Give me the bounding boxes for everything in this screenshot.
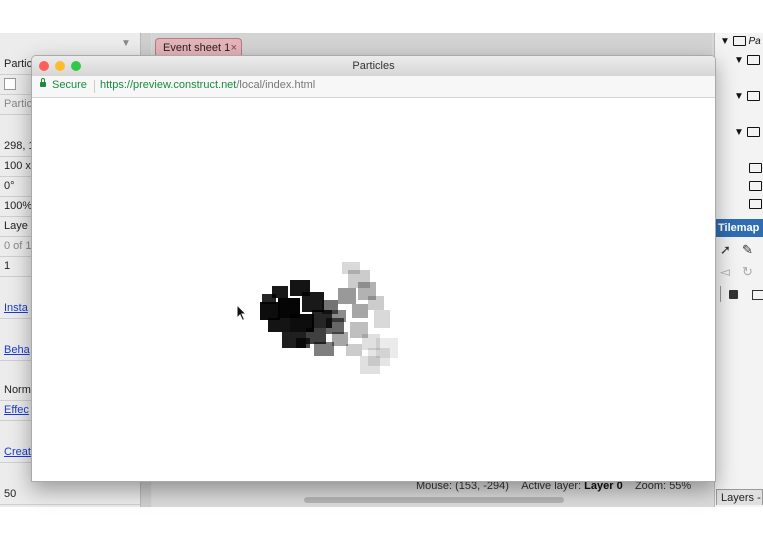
particle: [346, 344, 362, 356]
particle: [314, 342, 334, 356]
particle: [302, 292, 324, 312]
chevron-down-icon[interactable]: ▼: [121, 38, 131, 49]
pencil-tool-icon[interactable]: ✎: [742, 242, 753, 258]
particle: [352, 304, 368, 318]
tree-root[interactable]: ▼ Pa: [720, 36, 761, 47]
particle: [368, 296, 384, 310]
pointer-tool-icon[interactable]: ➚: [720, 242, 731, 258]
particle: [272, 286, 288, 298]
particle: [332, 332, 348, 346]
url-scheme: https://: [100, 79, 134, 91]
save-icon[interactable]: [729, 290, 738, 299]
tree-folder-row[interactable]: [749, 181, 762, 192]
game-canvas[interactable]: [32, 98, 715, 481]
window-title: Particles: [352, 60, 395, 72]
address-divider: [94, 80, 95, 93]
property-checkbox[interactable]: [4, 78, 16, 90]
folder-icon: [749, 199, 762, 210]
rotate-tool-icon[interactable]: ↻: [742, 264, 753, 280]
property-separator: [0, 504, 140, 505]
tree-folder-row[interactable]: ▼: [734, 55, 760, 66]
horizontal-scrollbar[interactable]: [304, 497, 564, 503]
particle: [360, 356, 380, 374]
lock-icon: [40, 78, 46, 87]
secure-label: Secure: [52, 79, 87, 91]
tilemap-bar-title: Tilemap: [714, 219, 763, 237]
url-path: /local/index.html: [236, 79, 316, 91]
tree-folder-row[interactable]: [749, 199, 762, 210]
tree-folder-row[interactable]: ▼: [734, 127, 760, 138]
particle: [332, 310, 346, 322]
folder-icon: [749, 163, 762, 174]
tree-root-label: Pa: [748, 36, 761, 47]
particle: [342, 262, 360, 274]
expand-arrow-icon[interactable]: ▼: [734, 91, 744, 102]
preview-browser-window: Particles Secure https://preview.constru…: [31, 55, 716, 482]
url-text[interactable]: https://preview.construct.net/local/inde…: [100, 79, 315, 91]
folder-icon: [749, 181, 762, 192]
folder-icon: [746, 55, 760, 66]
particle: [376, 338, 398, 358]
folder-icon: [746, 91, 760, 102]
expand-arrow-icon[interactable]: ▼: [734, 127, 744, 138]
property-row: 50: [4, 488, 17, 500]
particle: [374, 310, 390, 328]
tree-folder-row[interactable]: ▼: [734, 91, 760, 102]
particle: [268, 318, 290, 332]
folder-icon: [732, 36, 746, 47]
open-folder-icon[interactable]: [752, 290, 763, 300]
folder-icon: [746, 127, 760, 138]
window-titlebar[interactable]: Particles: [32, 56, 715, 77]
toolbar-divider: [720, 286, 721, 302]
mouse-cursor-icon: [236, 304, 248, 322]
url-host: preview.construct.net: [133, 79, 237, 91]
expand-arrow-icon[interactable]: ▼: [734, 55, 744, 66]
erase-tool-icon[interactable]: ◅: [720, 264, 730, 280]
expand-arrow-icon[interactable]: ▼: [720, 36, 730, 47]
particle: [338, 288, 356, 304]
layers-tab[interactable]: Layers -: [716, 489, 763, 505]
tree-folder-row[interactable]: [749, 163, 762, 174]
address-bar[interactable]: Secure https://preview.construct.net/loc…: [32, 76, 715, 98]
particle: [296, 338, 310, 348]
particle-effect: [260, 262, 398, 374]
particle: [260, 302, 280, 320]
